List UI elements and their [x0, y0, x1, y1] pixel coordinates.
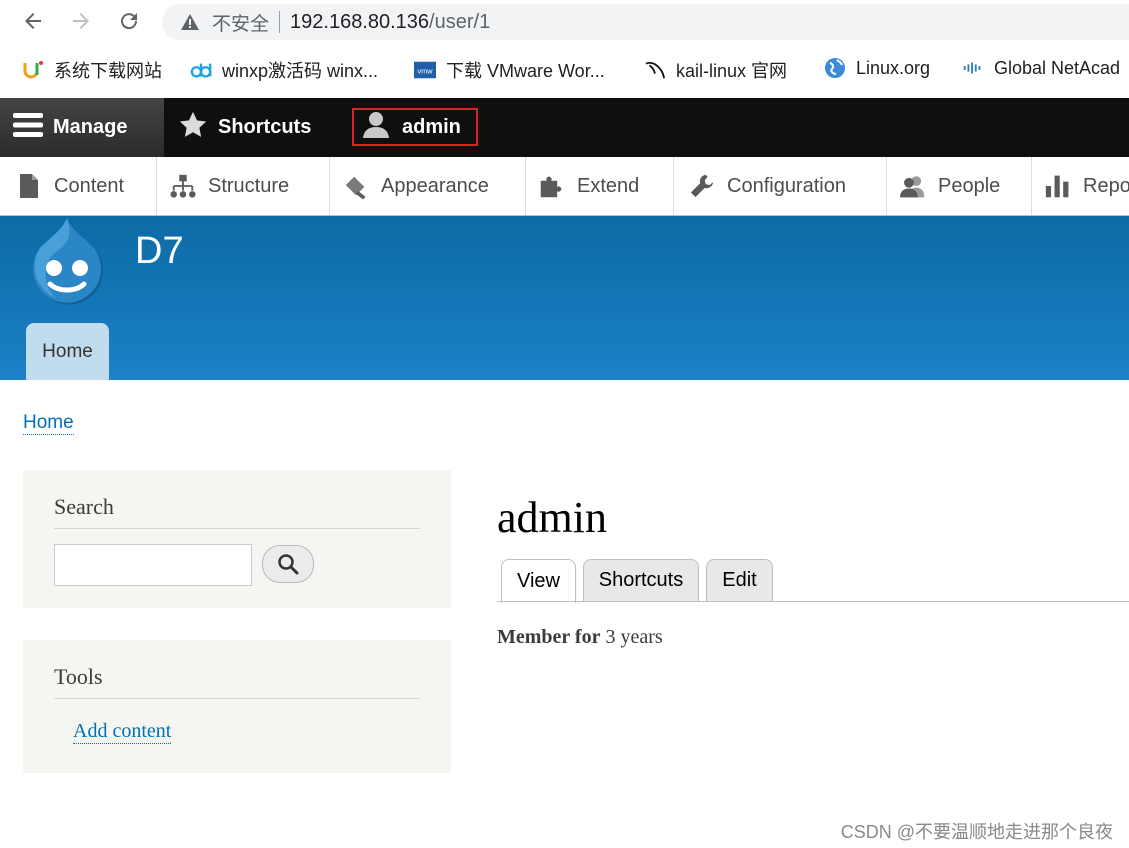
- url-host: 192.168.80.136: [290, 10, 430, 33]
- user-icon: [362, 110, 390, 144]
- svg-text:vmw: vmw: [417, 67, 433, 76]
- reload-icon: [121, 13, 138, 30]
- tab-view[interactable]: View: [501, 559, 576, 603]
- tab-shortcuts[interactable]: Shortcuts: [583, 559, 699, 601]
- search-button[interactable]: [262, 545, 314, 583]
- toolbar-shortcuts-label: Shortcuts: [218, 116, 312, 138]
- divider: [54, 698, 420, 699]
- tabs-divider: [497, 601, 1129, 602]
- toolbar-shortcuts-tab[interactable]: Shortcuts: [178, 98, 311, 157]
- reload-button[interactable]: [114, 6, 144, 36]
- wrench-icon: [689, 173, 715, 199]
- tray-item-people[interactable]: People: [888, 157, 1032, 215]
- bookmark-item[interactable]: 系统下载网站: [22, 57, 162, 83]
- tray-item-label: People: [938, 174, 1001, 197]
- page-title: admin: [497, 493, 607, 542]
- toolbar-manage-label: Manage: [53, 116, 128, 138]
- bookmark-item[interactable]: kail-linux 官网: [644, 57, 787, 83]
- watermark: CSDN @不要温顺地走进那个良夜: [840, 822, 1113, 842]
- tray-item-appearance[interactable]: Appearance: [331, 157, 526, 215]
- bookmark-label: 系统下载网站: [54, 61, 162, 81]
- bookmark-item[interactable]: Linux.org: [824, 57, 930, 79]
- back-button[interactable]: [18, 6, 48, 36]
- tray-item-content[interactable]: Content: [0, 157, 157, 215]
- bookmarks-bar: 系统下载网站 winxp激活码 winx... vmw 下载 VMware Wo…: [0, 48, 1129, 94]
- bookmark-item[interactable]: vmw 下载 VMware Wor...: [414, 57, 605, 83]
- bookmark-label: kail-linux 官网: [676, 61, 788, 81]
- u-logo-icon: [22, 59, 44, 81]
- tools-block: Tools Add content: [23, 640, 451, 773]
- forward-arrow-icon: [73, 13, 89, 29]
- primary-tab-home[interactable]: Home: [26, 323, 109, 380]
- add-content-link[interactable]: Add content: [73, 720, 172, 744]
- warning-triangle-icon: [180, 12, 200, 32]
- star-icon: [178, 110, 208, 146]
- tray-item-label: Configuration: [727, 174, 846, 197]
- cisco-icon: [962, 57, 984, 79]
- tray-item-extend[interactable]: Extend: [527, 157, 674, 215]
- tray-item-configuration[interactable]: Configuration: [675, 157, 887, 215]
- url-path: /user/1: [429, 10, 491, 33]
- member-for-label: Member for: [497, 626, 601, 648]
- tab-edit[interactable]: Edit: [706, 559, 773, 601]
- site-name[interactable]: D7: [135, 230, 184, 273]
- vmware-icon: vmw: [414, 59, 436, 81]
- bookmark-label: Global NetAcad: [994, 57, 1121, 78]
- tools-block-title: Tools: [54, 664, 103, 689]
- sitemap-icon: [170, 173, 196, 199]
- dd-logo-icon: [190, 59, 212, 81]
- tray-item-label: Content: [54, 174, 125, 197]
- url-separator: [279, 11, 281, 33]
- drupal-logo-icon[interactable]: [22, 216, 112, 311]
- toolbar-user-label: admin: [402, 115, 461, 138]
- tray-item-reports[interactable]: Reports: [1033, 157, 1129, 215]
- people-icon: [900, 173, 926, 199]
- bookmark-label: winxp激活码 winx...: [222, 61, 379, 81]
- divider: [54, 528, 420, 529]
- bar-chart-icon: [1045, 173, 1071, 199]
- member-for-value: 3 years: [605, 626, 663, 648]
- bookmark-label: 下载 VMware Wor...: [446, 61, 605, 81]
- search-input[interactable]: [54, 544, 252, 586]
- member-for: Member for 3 years: [497, 626, 663, 649]
- bookmark-label: Linux.org: [856, 57, 931, 78]
- toolbar-manage-tab[interactable]: Manage: [0, 98, 164, 157]
- search-icon: [278, 554, 299, 575]
- site-header: D7 Home: [0, 216, 1129, 380]
- toolbar-tray: Content Structure Appearance Extend Conf…: [0, 157, 1129, 216]
- tray-item-label: Structure: [208, 174, 290, 197]
- file-icon: [16, 173, 42, 199]
- globe-icon: [824, 57, 846, 79]
- toolbar-user-tab[interactable]: admin: [352, 108, 478, 146]
- back-arrow-icon: [25, 13, 41, 29]
- hamburger-menu-icon: [13, 112, 43, 144]
- browser-address-bar: 不安全 192.168.80.136/user/1: [0, 0, 1129, 44]
- breadcrumb-home[interactable]: Home: [23, 412, 74, 435]
- bookmark-item[interactable]: Global NetAcad: [962, 57, 1120, 79]
- kali-dragon-icon: [644, 59, 666, 81]
- bookmark-item[interactable]: winxp激活码 winx...: [190, 57, 378, 83]
- forward-button[interactable]: [66, 6, 96, 36]
- admin-toolbar: Manage Shortcuts admin: [0, 98, 1129, 157]
- search-block: Search: [23, 470, 451, 608]
- tray-item-label: Appearance: [381, 174, 489, 197]
- tray-item-structure[interactable]: Structure: [158, 157, 330, 215]
- tray-item-label: Extend: [577, 174, 640, 197]
- url-bar[interactable]: 不安全 192.168.80.136/user/1: [162, 4, 1129, 40]
- puzzle-icon: [539, 173, 565, 199]
- paintbrush-icon: [343, 173, 369, 200]
- tray-item-label: Reports: [1083, 174, 1129, 197]
- insecure-label: 不安全: [212, 13, 270, 35]
- search-block-title: Search: [54, 494, 114, 519]
